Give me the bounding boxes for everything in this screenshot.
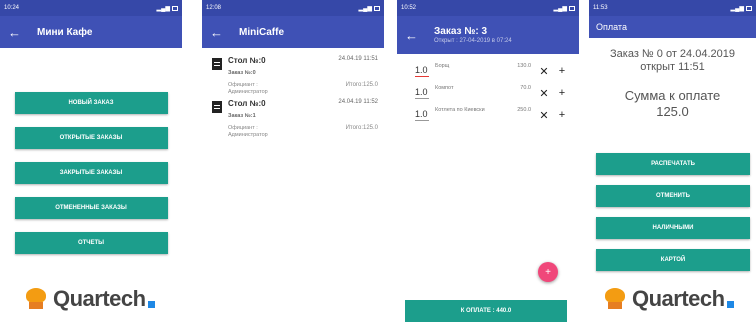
logo-text: Quartech [632, 286, 725, 311]
signal-battery-icons: ▂▄▆ [157, 5, 178, 12]
status-bar: 10:24 ▂▄▆ [0, 0, 182, 16]
payment-actions: РАСПЕЧАТАТЬ ОТМЕНИТЬ НАЛИЧНЫМИ КАРТОЙ [596, 153, 750, 271]
list-item: 1.0 Компот 70.0 ✕ + [397, 82, 579, 104]
list-item: 1.0 Борщ 130.0 ✕ + [397, 60, 579, 82]
pay-button[interactable]: К ОПЛАТЕ : 440.0 [405, 300, 567, 322]
add-icon[interactable]: + [555, 65, 569, 77]
item-price: 70.0 [520, 85, 531, 91]
cancelled-orders-button[interactable]: ОТМЕНЕННЫЕ ЗАКАЗЫ [14, 197, 168, 219]
list-item: 1.0 Котлета по Киевски 250.0 ✕ + [397, 104, 579, 126]
screen-order-detail: 10:52 ▂▄▆ ← Заказ №: 3 Открыт : 27-04-20… [397, 0, 579, 322]
cash-button[interactable]: НАЛИЧНЫМИ [596, 217, 750, 239]
closed-orders-button[interactable]: ЗАКРЫТЫЕ ЗАКАЗЫ [14, 162, 168, 184]
order-opened-line: открыт 11:51 [640, 61, 705, 73]
page-title: Оплата [596, 22, 627, 32]
app-bar: ← MiniCaffe [202, 16, 384, 48]
order-table: Стол №:0 [228, 56, 266, 65]
document-icon [212, 58, 222, 70]
page-title: Заказ №: 3 [434, 26, 488, 37]
signal-battery-icons: ▂▄▆ [359, 5, 380, 12]
status-time: 10:52 [401, 5, 417, 11]
waiter-label: Официант : [228, 125, 258, 131]
order-info-line: Заказ № 0 от 24.04.2019 [610, 48, 735, 60]
order-card[interactable]: Стол №:0 24.04.19 11:51 Заказ №:0 Официа… [202, 48, 384, 96]
quartech-logo: Quartech [22, 286, 155, 312]
back-arrow-icon[interactable]: ← [210, 25, 223, 40]
remove-icon[interactable]: ✕ [537, 109, 551, 122]
quantity-field[interactable]: 1.0 [415, 87, 429, 99]
quartech-logo: Quartech [601, 286, 734, 312]
status-bar: 11:53 ▂▄▆ [589, 0, 756, 16]
logo-square-icon [147, 301, 155, 308]
item-name: Котлета по Киевски [435, 107, 485, 113]
item-price: 130.0 [517, 63, 531, 69]
app-bar: ← Заказ №: 3 Открыт : 27-04-2019 в 07:24 [397, 16, 579, 54]
logo-square-icon [726, 301, 734, 308]
waiter-name: Администратор [228, 132, 268, 138]
page-title: MiniCaffe [239, 26, 284, 38]
logo-text: Quartech [53, 286, 146, 311]
status-time: 11:53 [593, 5, 608, 11]
remove-icon[interactable]: ✕ [537, 65, 551, 78]
screen-payment: 11:53 ▂▄▆ Оплата Заказ № 0 от 24.04.2019… [589, 0, 756, 322]
open-orders-button[interactable]: ОТКРЫТЫЕ ЗАКАЗЫ [14, 127, 168, 149]
waiter-label: Официант : [228, 82, 258, 88]
signal-battery-icons: ▂▄▆ [731, 5, 752, 12]
order-table: Стол №:0 [228, 99, 266, 108]
order-date: 24.04.19 11:51 [338, 56, 378, 62]
app-bar: ← Мини Кафе [0, 16, 182, 48]
sum-label: Сумма к оплате [624, 88, 721, 103]
back-arrow-icon[interactable]: ← [405, 28, 418, 43]
back-arrow-icon[interactable]: ← [8, 25, 21, 40]
app-bar: Оплата [589, 16, 756, 38]
main-menu: НОВЫЙ ЗАКАЗ ОТКРЫТЫЕ ЗАКАЗЫ ЗАКРЫТЫЕ ЗАК… [0, 48, 182, 254]
chef-hat-icon [601, 288, 629, 310]
add-icon[interactable]: + [555, 109, 569, 121]
quantity-field[interactable]: 1.0 [415, 109, 429, 121]
sum-block: Сумма к оплате 125.0 [589, 88, 756, 120]
cancel-button[interactable]: ОТМЕНИТЬ [596, 185, 750, 207]
order-total: Итого:125.0 [345, 125, 378, 131]
sum-value: 125.0 [656, 104, 689, 119]
print-button[interactable]: РАСПЕЧАТАТЬ [596, 153, 750, 175]
item-price: 250.0 [517, 107, 531, 113]
item-name: Борщ [435, 63, 450, 69]
waiter-name: Администратор [228, 89, 268, 95]
quantity-field[interactable]: 1.0 [415, 65, 429, 77]
order-total: Итого:125.0 [345, 82, 378, 88]
add-icon[interactable]: + [555, 87, 569, 99]
screen-open-orders: 12:08 ▂▄▆ ← MiniCaffe Стол №:0 24.04.19 … [202, 0, 384, 322]
status-time: 10:24 [4, 5, 20, 11]
card-button[interactable]: КАРТОЙ [596, 249, 750, 271]
screen-main-menu: 10:24 ▂▄▆ ← Мини Кафе НОВЫЙ ЗАКАЗ ОТКРЫТ… [0, 0, 182, 322]
order-date: 24.04.19 11:52 [338, 99, 378, 105]
status-bar: 10:52 ▂▄▆ [397, 0, 579, 16]
item-name: Компот [435, 85, 454, 91]
chef-hat-icon [22, 288, 50, 310]
new-order-button[interactable]: НОВЫЙ ЗАКАЗ [14, 92, 168, 114]
order-header: Заказ № 0 от 24.04.2019 открыт 11:51 [589, 48, 756, 74]
status-bar: 12:08 ▂▄▆ [202, 0, 384, 16]
add-item-fab[interactable]: + [538, 262, 558, 282]
order-opened-subtitle: Открыт : 27-04-2019 в 07:24 [434, 38, 512, 44]
document-icon [212, 101, 222, 113]
page-title: Мини Кафе [37, 26, 93, 38]
remove-icon[interactable]: ✕ [537, 87, 551, 100]
status-time: 12:08 [206, 5, 222, 11]
order-card[interactable]: Стол №:0 24.04.19 11:52 Заказ №:1 Официа… [202, 96, 384, 139]
signal-battery-icons: ▂▄▆ [554, 5, 575, 12]
reports-button[interactable]: ОТЧЕТЫ [14, 232, 168, 254]
